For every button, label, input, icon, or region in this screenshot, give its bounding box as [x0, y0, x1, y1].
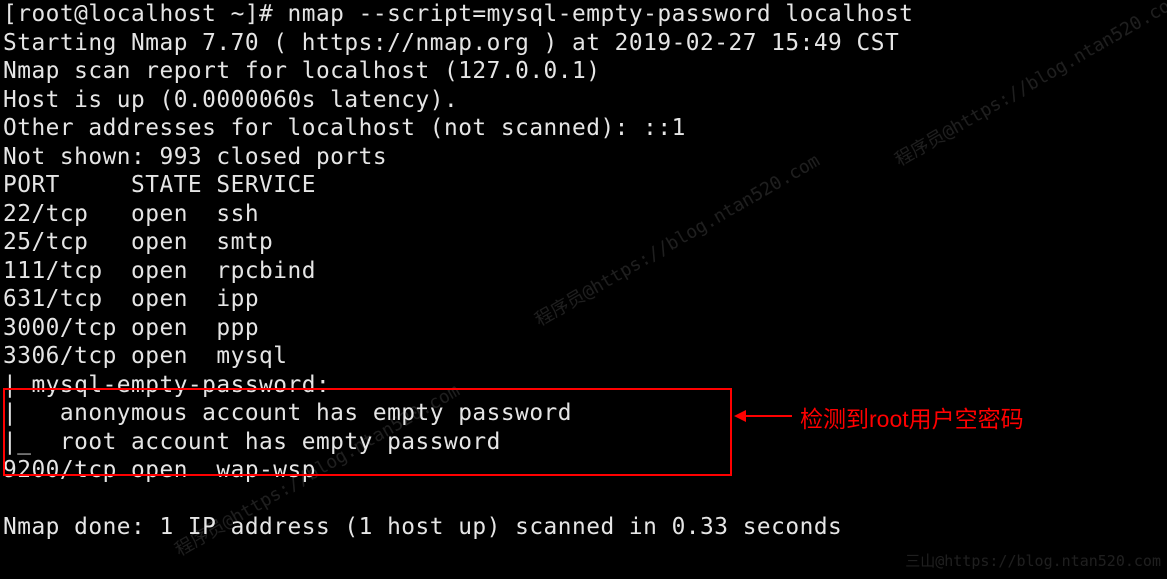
output-line	[3, 485, 913, 514]
terminal-output: [root@localhost ~]# nmap --script=mysql-…	[0, 0, 916, 542]
output-line: Starting Nmap 7.70 ( https://nmap.org ) …	[3, 29, 913, 58]
output-line: Not shown: 993 closed ports	[3, 143, 913, 172]
output-line: Host is up (0.0000060s latency).	[3, 86, 913, 115]
output-line: 25/tcp open smtp	[3, 228, 913, 257]
output-line: 3306/tcp open mysql	[3, 342, 913, 371]
output-line: 9200/tcp open wap-wsp	[3, 456, 913, 485]
output-line: Nmap done: 1 IP address (1 host up) scan…	[3, 513, 913, 542]
output-line: |_ root account has empty password	[3, 428, 913, 457]
watermark-diagonal: 程序员@https://blog.ntan520.com	[890, 0, 1167, 175]
output-line: 22/tcp open ssh	[3, 200, 913, 229]
shell-command[interactable]: nmap --script=mysql-empty-password local…	[288, 1, 914, 27]
watermark-footer: 三山@https://blog.ntan520.com	[905, 547, 1161, 576]
shell-prompt: [root@localhost ~]#	[3, 1, 288, 27]
output-line: Other addresses for localhost (not scann…	[3, 114, 913, 143]
output-line: | mysql-empty-password:	[3, 371, 913, 400]
output-line: 111/tcp open rpcbind	[3, 257, 913, 286]
output-line: 631/tcp open ipp	[3, 285, 913, 314]
output-line: Nmap scan report for localhost (127.0.0.…	[3, 57, 913, 86]
output-line: 3000/tcp open ppp	[3, 314, 913, 343]
output-line: | anonymous account has empty password	[3, 399, 913, 428]
annotation-text: 检测到root用户空密码	[800, 405, 1024, 434]
output-line: PORT STATE SERVICE	[3, 171, 913, 200]
